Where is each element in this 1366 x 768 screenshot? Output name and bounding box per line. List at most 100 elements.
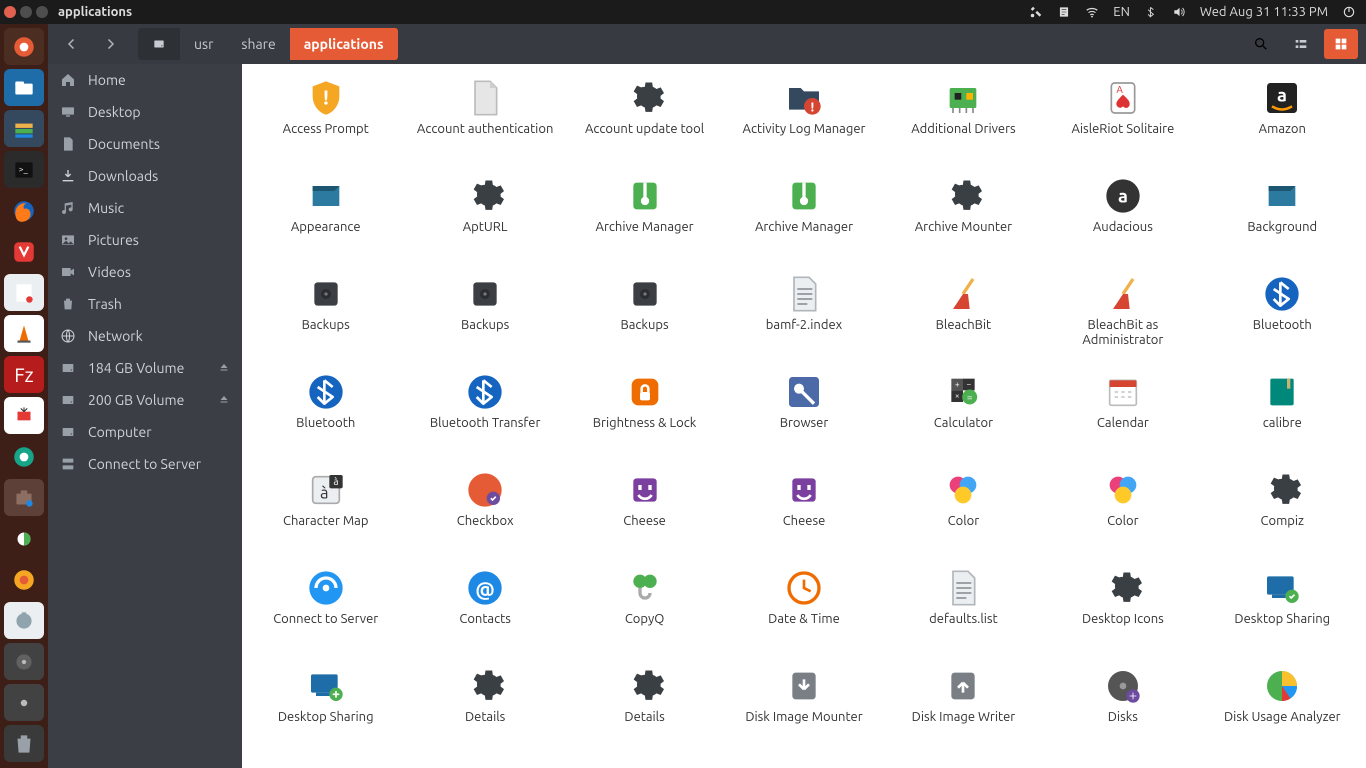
launcher-app4[interactable]	[4, 602, 44, 639]
app-date-time[interactable]: Date & Time	[724, 568, 883, 662]
launcher-app3[interactable]	[4, 561, 44, 598]
app-character-map[interactable]: Character Map	[246, 470, 405, 564]
sidebar-item-computer[interactable]: Computer	[48, 416, 242, 448]
launcher-app2[interactable]	[4, 520, 44, 557]
launcher-terminal[interactable]: >_	[4, 151, 44, 188]
app-activity-log-manager[interactable]: Activity Log Manager	[724, 78, 883, 172]
clock[interactable]: Wed Aug 31 11:33 PM	[1200, 5, 1328, 19]
app-archive-manager[interactable]: Archive Manager	[724, 176, 883, 270]
app-browser[interactable]: Browser	[724, 372, 883, 466]
app-displays[interactable]: Displays	[246, 764, 405, 768]
view-list-button[interactable]	[1284, 29, 1318, 59]
maximize-icon[interactable]	[36, 6, 48, 18]
launcher-software[interactable]	[4, 397, 44, 434]
app-calibre[interactable]: calibre	[1203, 372, 1362, 466]
app-displays[interactable]: Displays	[405, 764, 564, 768]
close-icon[interactable]	[4, 6, 16, 18]
launcher-app1[interactable]	[4, 479, 44, 516]
app-e-book-viewer[interactable]: E-book viewer	[884, 764, 1043, 768]
app-disk-image-writer[interactable]: Disk Image Writer	[884, 666, 1043, 760]
app-cheese[interactable]: Cheese	[565, 470, 724, 564]
sidebar-item-184-gb-volume[interactable]: 184 GB Volume	[48, 352, 242, 384]
app-document-viewer[interactable]: Document Viewer	[565, 764, 724, 768]
back-button[interactable]	[56, 28, 88, 60]
launcher-vivaldi[interactable]	[4, 233, 44, 270]
view-grid-button[interactable]	[1324, 29, 1358, 59]
launcher-app5[interactable]	[4, 643, 44, 680]
app-compiz[interactable]: Compiz	[1203, 470, 1362, 564]
app-bleachbit[interactable]: BleachBit	[884, 274, 1043, 368]
app-account-update-tool[interactable]: Account update tool	[565, 78, 724, 172]
app-archive-manager[interactable]: Archive Manager	[565, 176, 724, 270]
app-disk-image-mounter[interactable]: Disk Image Mounter	[724, 666, 883, 760]
tools-icon[interactable]	[1029, 5, 1043, 19]
app-bluetooth[interactable]: Bluetooth	[1203, 274, 1362, 368]
app-audacious[interactable]: Audacious	[1043, 176, 1202, 270]
app-background[interactable]: Background	[1203, 176, 1362, 270]
launcher-filezilla[interactable]: Fz	[4, 356, 44, 393]
app-bluetooth[interactable]: Bluetooth	[246, 372, 405, 466]
app-backups[interactable]: Backups	[246, 274, 405, 368]
forward-button[interactable]	[94, 28, 126, 60]
sidebar-item-documents[interactable]: Documents	[48, 128, 242, 160]
crumb-usr[interactable]: usr	[180, 28, 227, 60]
app-bluetooth-transfer[interactable]: Bluetooth Transfer	[405, 372, 564, 466]
app-details[interactable]: Details	[565, 666, 724, 760]
sidebar-item-network[interactable]: Network	[48, 320, 242, 352]
sidebar-item-music[interactable]: Music	[48, 192, 242, 224]
app-desktop-icons[interactable]: Desktop Icons	[1043, 568, 1202, 662]
keyboard-language[interactable]: EN	[1113, 5, 1130, 19]
sidebar-item-trash[interactable]: Trash	[48, 288, 242, 320]
sidebar-item-desktop[interactable]: Desktop	[48, 96, 242, 128]
volume-icon[interactable]	[1172, 5, 1186, 19]
app-e-book-editor[interactable]: E-book editor	[724, 764, 883, 768]
minimize-icon[interactable]	[20, 6, 32, 18]
sidebar-item-downloads[interactable]: Downloads	[48, 160, 242, 192]
app-apturl[interactable]: AptURL	[405, 176, 564, 270]
sidebar-item-pictures[interactable]: Pictures	[48, 224, 242, 256]
sidebar-item-200-gb-volume[interactable]: 200 GB Volume	[48, 384, 242, 416]
app-appearance[interactable]: Appearance	[246, 176, 405, 270]
launcher-trash[interactable]	[4, 725, 44, 762]
app-bleachbit-as-administrator[interactable]: BleachBit as Administrator	[1043, 274, 1202, 368]
app-brightness-lock[interactable]: Brightness & Lock	[565, 372, 724, 466]
launcher-dash[interactable]	[4, 28, 44, 65]
app-bamf-2-index[interactable]: bamf-2.index	[724, 274, 883, 368]
app-color[interactable]: Color	[1043, 470, 1202, 564]
launcher-shutter[interactable]	[4, 438, 44, 475]
app-additional-drivers[interactable]: Additional Drivers	[884, 78, 1043, 172]
app-details[interactable]: Details	[405, 666, 564, 760]
power-icon[interactable]	[1342, 5, 1356, 19]
sidebar-item-connect-to-server[interactable]: Connect to Server	[48, 448, 242, 480]
crumb-root[interactable]	[138, 28, 180, 60]
crumb-applications[interactable]: applications	[290, 28, 398, 60]
app-disks[interactable]: Disks	[1043, 666, 1202, 760]
launcher-files[interactable]	[4, 69, 44, 106]
sidebar-item-home[interactable]: Home	[48, 64, 242, 96]
app-evolution-data-server[interactable]: Evolution Data Server	[1203, 764, 1362, 768]
app-checkbox[interactable]: Checkbox	[405, 470, 564, 564]
search-button[interactable]	[1244, 29, 1278, 59]
sidebar-item-videos[interactable]: Videos	[48, 256, 242, 288]
app-account-authentication[interactable]: Account authentication	[405, 78, 564, 172]
app-calculator[interactable]: Calculator	[884, 372, 1043, 466]
app-calendar[interactable]: Calendar	[1043, 372, 1202, 466]
wifi-icon[interactable]	[1085, 5, 1099, 19]
app-amazon[interactable]: Amazon	[1203, 78, 1362, 172]
crumb-share[interactable]: share	[227, 28, 289, 60]
bluetooth-icon[interactable]	[1144, 5, 1158, 19]
app-color[interactable]: Color	[884, 470, 1043, 564]
app-aisleriot-solitaire[interactable]: AisleRiot Solitaire	[1043, 78, 1202, 172]
app-cheese[interactable]: Cheese	[724, 470, 883, 564]
note-icon[interactable]	[1057, 5, 1071, 19]
eject-icon[interactable]	[218, 360, 230, 376]
launcher-filemanager[interactable]	[4, 110, 44, 147]
app-desktop-sharing[interactable]: Desktop Sharing	[246, 666, 405, 760]
app-access-prompt[interactable]: Access Prompt	[246, 78, 405, 172]
app-desktop-sharing[interactable]: Desktop Sharing	[1203, 568, 1362, 662]
app-archive-mounter[interactable]: Archive Mounter	[884, 176, 1043, 270]
launcher-firefox[interactable]	[4, 192, 44, 229]
app-evolution-calendar[interactable]: Evolution Calendar	[1043, 764, 1202, 768]
app-backups[interactable]: Backups	[565, 274, 724, 368]
launcher-vlc[interactable]	[4, 315, 44, 352]
